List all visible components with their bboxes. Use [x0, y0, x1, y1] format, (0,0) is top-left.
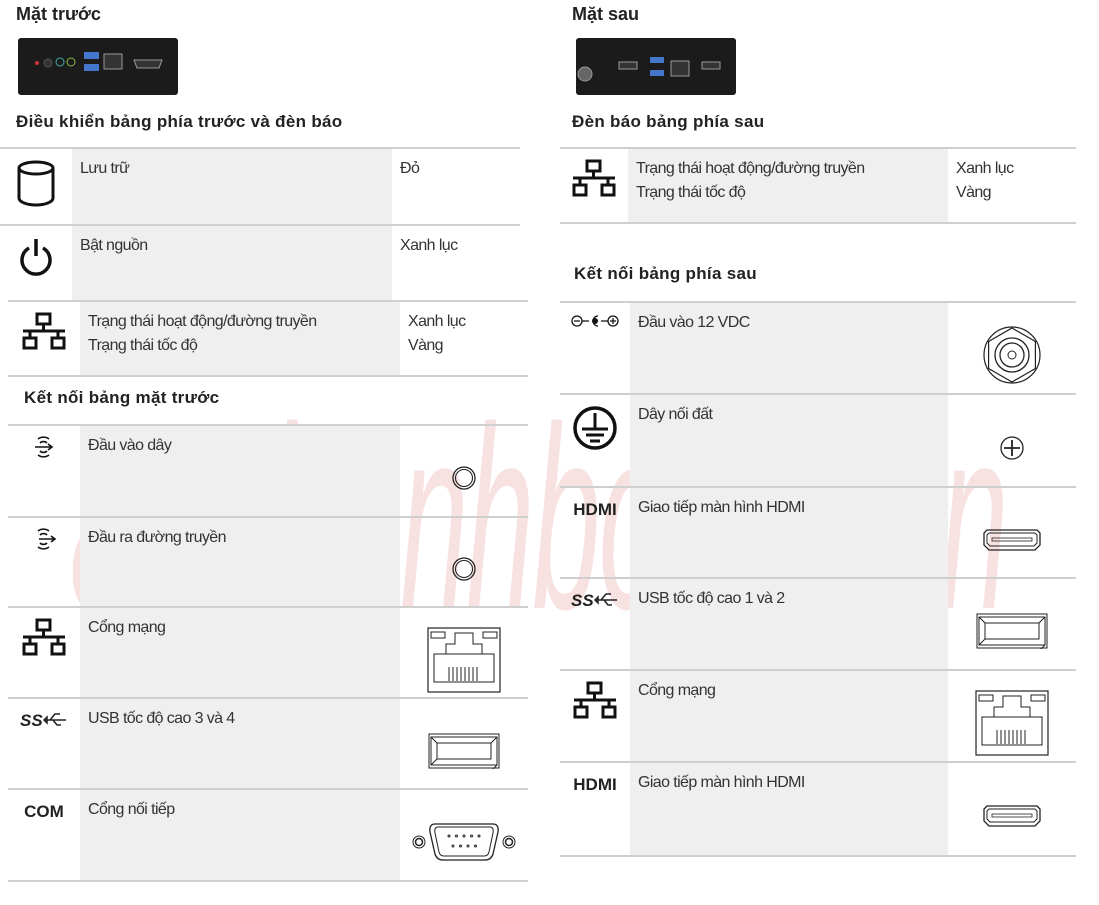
ground-screw-icon [948, 395, 1076, 486]
rj45-port-icon [948, 671, 1076, 761]
row-label: Cổng nối tiếp [80, 790, 400, 880]
audio-in-icon [8, 426, 80, 516]
db9-port-icon [400, 790, 528, 880]
led-color: Xanh lục Vàng [956, 160, 1014, 201]
hdmi-port-icon [948, 488, 1076, 577]
table-row: HDMI Giao tiếp màn hình HDMI [560, 761, 1076, 857]
table-row: SS USB tốc độ cao 1 và 2 [560, 577, 1076, 669]
svg-text:SS: SS [571, 591, 594, 610]
front-panel-photo [18, 38, 178, 95]
usb-ss-icon: SS [8, 699, 80, 788]
port-label: HDMI [573, 500, 617, 519]
rear-panel-photo [576, 38, 736, 95]
rear-connections-heading: Kết nối bảng phía sau [574, 264, 757, 283]
led-color: Xanh lục [400, 237, 458, 254]
led-color: Đỏ [400, 160, 420, 177]
usb-ss-icon: SS [560, 579, 630, 669]
table-row: Lưu trữ Đỏ [0, 147, 520, 224]
table-row: SS USB tốc độ cao 3 và 4 [8, 697, 528, 788]
table-row: COM Cổng nối tiếp [8, 788, 528, 882]
table-row: Bật nguồn Xanh lục [0, 224, 520, 302]
table-row: Cổng mạng [8, 606, 528, 697]
row-label: Đầu vào 12 VDC [630, 303, 948, 393]
network-icon [8, 302, 80, 375]
rear-title: Mặt sau [572, 4, 640, 24]
table-row: Cổng mạng [560, 669, 1076, 761]
row-label: USB tốc độ cao 1 và 2 [630, 579, 948, 669]
row-label: Bật nguồn [72, 226, 392, 302]
row-label: Trạng thái hoạt động/đường truyền Trạng … [80, 302, 400, 375]
dc-jack-icon [948, 303, 1076, 393]
front-controls-heading: Điều khiển bảng phía trước và đèn báo [16, 112, 343, 131]
network-icon [8, 608, 80, 697]
table-row: Trạng thái hoạt động/đường truyền Trạng … [8, 300, 528, 377]
ground-icon [560, 395, 630, 486]
network-icon [560, 149, 628, 222]
row-label: Trạng thái hoạt động/đường truyền Trạng … [628, 149, 948, 222]
table-row: Đầu vào dây [8, 424, 528, 516]
rj45-port-icon [400, 608, 528, 697]
rear-indicators-heading: Đèn báo bảng phía sau [572, 112, 765, 131]
table-row: Đầu vào 12 VDC [560, 301, 1076, 393]
network-icon [560, 671, 630, 761]
port-label: COM [24, 802, 64, 821]
row-label: Cổng mạng [630, 671, 948, 761]
svg-text:SS: SS [20, 711, 43, 730]
row-label: Giao tiếp màn hình HDMI [630, 488, 948, 577]
row-label: Cổng mạng [80, 608, 400, 697]
row-label: Đầu ra đường truyền [80, 518, 400, 606]
dc-polarity-icon [560, 303, 630, 393]
led-color: Xanh lục Vàng [408, 313, 466, 354]
row-label: USB tốc độ cao 3 và 4 [80, 699, 400, 788]
audio-jack-icon [400, 426, 528, 516]
table-row: Trạng thái hoạt động/đường truyền Trạng … [560, 147, 1076, 224]
power-icon [0, 226, 72, 294]
audio-out-icon [8, 518, 80, 606]
table-row: Dây nối đất [560, 393, 1076, 486]
row-label: Đầu vào dây [80, 426, 400, 516]
audio-jack-icon [400, 518, 528, 606]
row-label: Giao tiếp màn hình HDMI [630, 763, 948, 855]
front-title: Mặt trước [16, 4, 101, 24]
port-label: HDMI [573, 775, 617, 794]
table-row: HDMI Giao tiếp màn hình HDMI [560, 486, 1076, 577]
storage-icon [0, 149, 72, 224]
hdmi-port-icon [948, 763, 1076, 855]
table-row: Đầu ra đường truyền [8, 516, 528, 606]
front-connections-heading: Kết nối bảng mặt trước [24, 388, 220, 407]
usb-port-icon [948, 579, 1076, 669]
usb-port-icon [400, 699, 528, 788]
row-label: Dây nối đất [630, 395, 948, 486]
row-label: Lưu trữ [72, 149, 392, 224]
